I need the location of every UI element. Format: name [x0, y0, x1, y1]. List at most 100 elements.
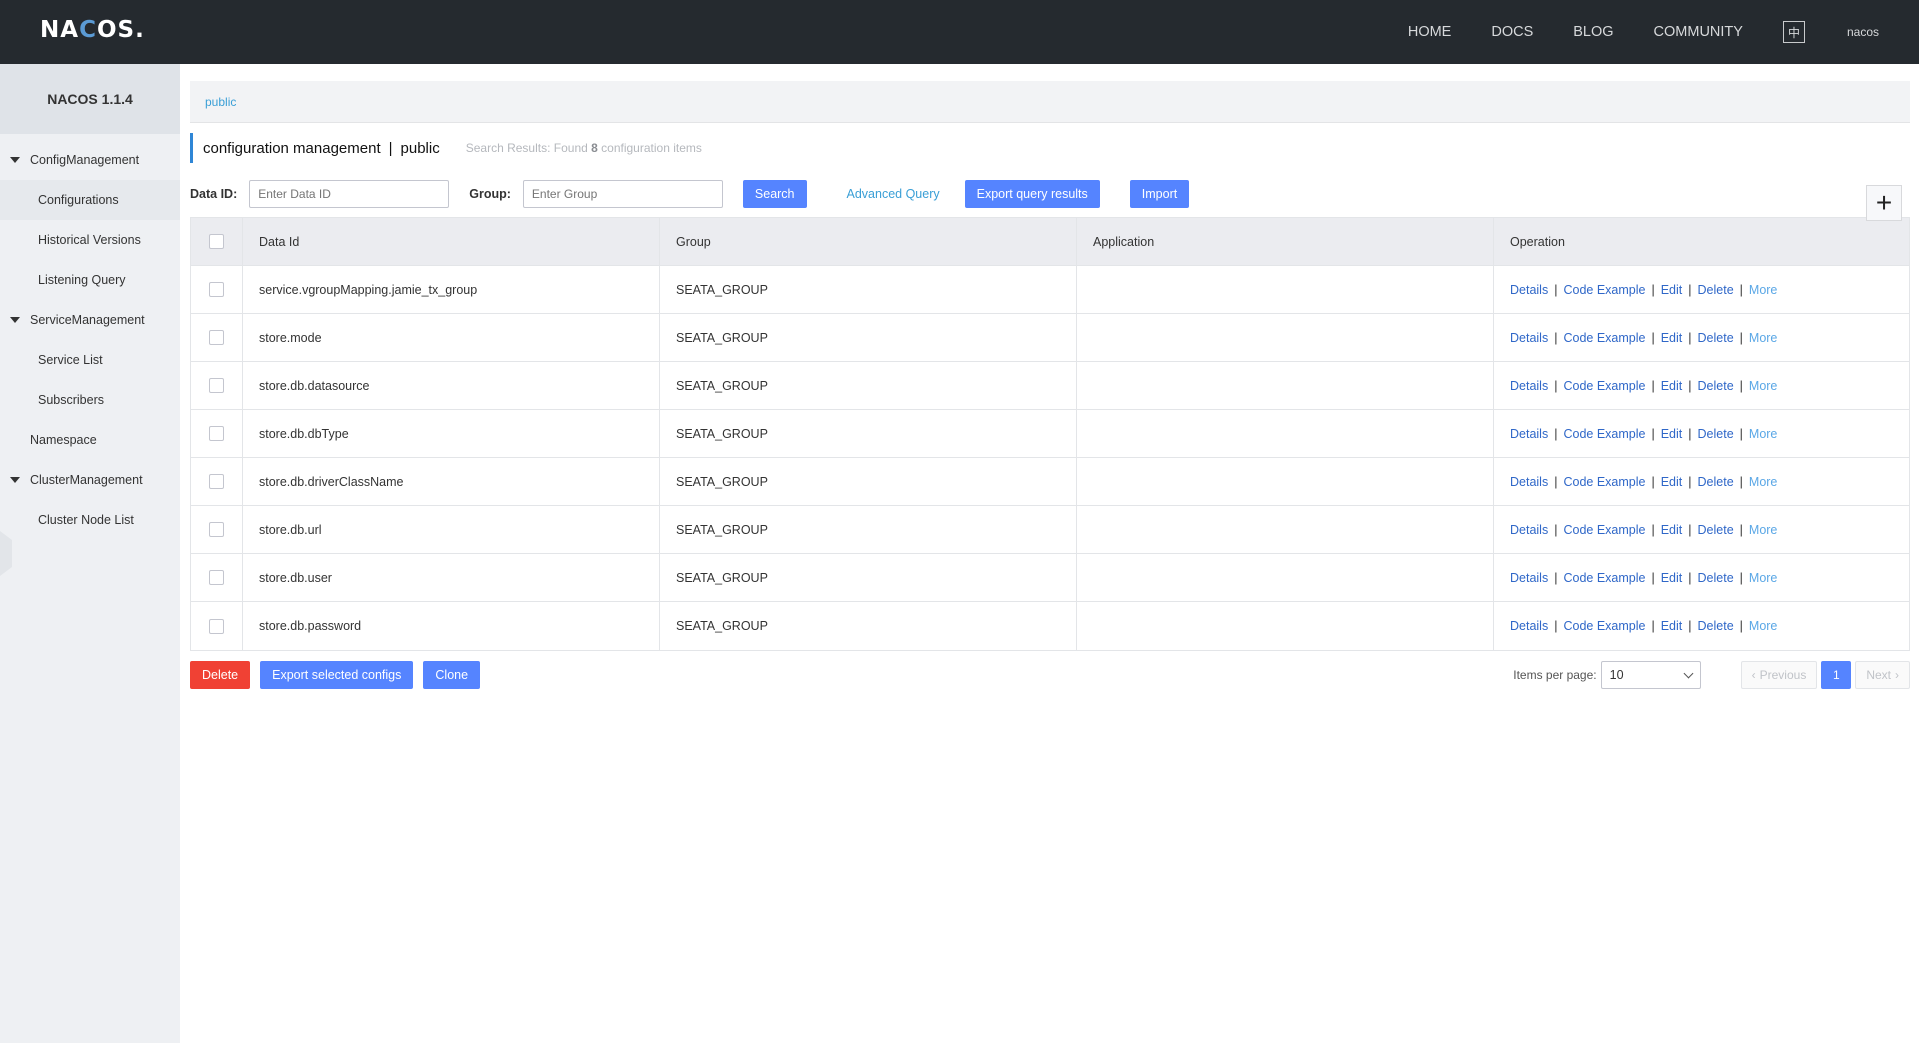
op-code-example-link[interactable]: Code Example [1563, 379, 1645, 393]
op-more-link[interactable]: More [1749, 523, 1777, 537]
current-page-button[interactable]: 1 [1821, 661, 1852, 689]
op-edit-link[interactable]: Edit [1661, 379, 1683, 393]
import-button[interactable]: Import [1129, 180, 1190, 208]
table-body: service.vgroupMapping.jamie_tx_group SEAT… [191, 266, 1909, 650]
previous-page-button[interactable]: ‹ Previous [1740, 661, 1818, 689]
op-delete-link[interactable]: Delete [1698, 283, 1734, 297]
op-code-example-link[interactable]: Code Example [1563, 523, 1645, 537]
items-per-page-value: 10 [1609, 668, 1624, 682]
op-more-link[interactable]: More [1749, 571, 1777, 585]
namespace-link-public[interactable]: public [205, 95, 236, 109]
op-more-link[interactable]: More [1749, 331, 1777, 345]
op-code-example-link[interactable]: Code Example [1563, 331, 1645, 345]
op-code-example-link[interactable]: Code Example [1563, 475, 1645, 489]
op-details-link[interactable]: Details [1510, 523, 1548, 537]
sidebar-item-namespace[interactable]: Namespace [0, 420, 180, 460]
op-edit-link[interactable]: Edit [1661, 523, 1683, 537]
op-details-link[interactable]: Details [1510, 571, 1548, 585]
advanced-query-link[interactable]: Advanced Query [847, 187, 940, 201]
op-edit-link[interactable]: Edit [1661, 571, 1683, 585]
op-details-link[interactable]: Details [1510, 331, 1548, 345]
op-code-example-link[interactable]: Code Example [1563, 619, 1645, 633]
op-details-link[interactable]: Details [1510, 283, 1548, 297]
op-delete-link[interactable]: Delete [1698, 571, 1734, 585]
sidebar-item-configurations[interactable]: Configurations [0, 180, 180, 220]
op-more-link[interactable]: More [1749, 475, 1777, 489]
op-delete-link[interactable]: Delete [1698, 475, 1734, 489]
op-delete-link[interactable]: Delete [1698, 619, 1734, 633]
op-separator: | [1688, 570, 1692, 585]
column-header-data-id: Data Id [243, 218, 660, 265]
op-details-link[interactable]: Details [1510, 475, 1548, 489]
menu-group-service[interactable]: ServiceManagement [0, 300, 180, 340]
menu-group-config[interactable]: ConfigManagement [0, 140, 180, 180]
data-id-input[interactable] [249, 180, 450, 208]
op-delete-link[interactable]: Delete [1698, 427, 1734, 441]
sidebar-item-historical-versions[interactable]: Historical Versions [0, 220, 180, 260]
op-edit-link[interactable]: Edit [1661, 475, 1683, 489]
cell-group: SEATA_GROUP [660, 314, 1077, 361]
op-code-example-link[interactable]: Code Example [1563, 571, 1645, 585]
op-code-example-link[interactable]: Code Example [1563, 427, 1645, 441]
cell-operations: Details | Code Example | Edit | Delete | More [1494, 602, 1909, 650]
row-checkbox[interactable] [209, 426, 224, 441]
op-details-link[interactable]: Details [1510, 379, 1548, 393]
user-name[interactable]: nacos [1847, 25, 1879, 39]
row-checkbox[interactable] [209, 474, 224, 489]
row-checkbox[interactable] [209, 282, 224, 297]
row-checkbox[interactable] [209, 570, 224, 585]
sidebar-item-service-list[interactable]: Service List [0, 340, 180, 380]
op-separator: | [1688, 282, 1692, 297]
cell-data-id: store.db.url [243, 506, 660, 553]
op-details-link[interactable]: Details [1510, 619, 1548, 633]
op-edit-link[interactable]: Edit [1661, 427, 1683, 441]
table-row: store.db.driverClassName SEATA_GROUP Detai… [191, 458, 1909, 506]
cell-group: SEATA_GROUP [660, 266, 1077, 313]
op-delete-link[interactable]: Delete [1698, 523, 1734, 537]
nav-community[interactable]: COMMUNITY [1654, 24, 1743, 40]
add-config-plus-icon[interactable]: + [1866, 185, 1902, 221]
delete-selected-button[interactable]: Delete [190, 661, 251, 689]
op-delete-link[interactable]: Delete [1698, 331, 1734, 345]
nav-home[interactable]: HOME [1408, 24, 1452, 40]
column-header-group: Group [660, 218, 1077, 265]
clone-button[interactable]: Clone [423, 661, 481, 689]
export-selected-configs-button[interactable]: Export selected configs [260, 661, 414, 689]
table-row: store.mode SEATA_GROUP Details | Code Exampl… [191, 314, 1909, 362]
group-input[interactable] [522, 180, 723, 208]
menu-group-cluster[interactable]: ClusterManagement [0, 460, 180, 500]
row-checkbox[interactable] [209, 618, 224, 634]
op-more-link[interactable]: More [1749, 427, 1777, 441]
row-checkbox[interactable] [209, 522, 224, 537]
export-query-results-button[interactable]: Export query results [964, 180, 1100, 208]
row-checkbox[interactable] [209, 378, 224, 393]
op-separator: | [1651, 378, 1655, 393]
items-per-page-select[interactable]: 10 [1600, 661, 1701, 689]
row-checkbox[interactable] [209, 330, 224, 345]
top-header: NACOS. HOME DOCS BLOG COMMUNITY 中 nacos [0, 0, 1919, 64]
table-row: store.db.password SEATA_GROUP Details | Code… [191, 602, 1909, 650]
sidebar-item-listening-query[interactable]: Listening Query [0, 260, 180, 300]
nav-blog[interactable]: BLOG [1573, 24, 1613, 40]
op-more-link[interactable]: More [1749, 619, 1777, 633]
language-toggle-button[interactable]: 中 [1782, 21, 1805, 43]
op-edit-link[interactable]: Edit [1661, 619, 1683, 633]
sidebar-item-cluster-node-list[interactable]: Cluster Node List [0, 500, 180, 540]
nav-docs[interactable]: DOCS [1491, 24, 1533, 40]
op-delete-link[interactable]: Delete [1698, 379, 1734, 393]
select-all-checkbox[interactable] [209, 234, 224, 249]
next-page-button[interactable]: Next › [1855, 661, 1910, 689]
op-more-link[interactable]: More [1749, 283, 1777, 297]
op-edit-link[interactable]: Edit [1661, 283, 1683, 297]
op-code-example-link[interactable]: Code Example [1563, 283, 1645, 297]
op-more-link[interactable]: More [1749, 379, 1777, 393]
search-button[interactable]: Search [742, 180, 807, 208]
caret-down-icon [10, 477, 20, 483]
nacos-logo[interactable]: NACOS. [40, 17, 145, 43]
op-separator: | [1651, 619, 1655, 633]
op-details-link[interactable]: Details [1510, 427, 1548, 441]
sidebar-item-subscribers[interactable]: Subscribers [0, 380, 180, 420]
op-edit-link[interactable]: Edit [1661, 331, 1683, 345]
page-title: configuration management | public Search… [190, 133, 1910, 163]
table-row: service.vgroupMapping.jamie_tx_group SEAT… [191, 266, 1909, 314]
